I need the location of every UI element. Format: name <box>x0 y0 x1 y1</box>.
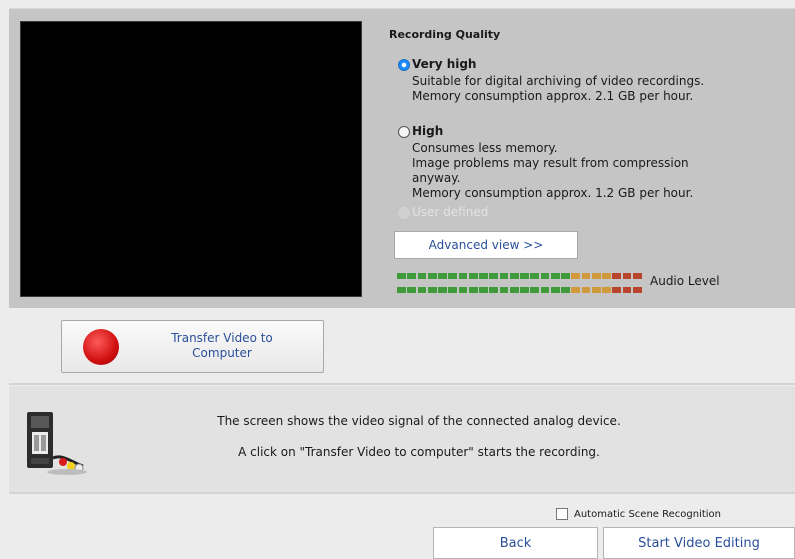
advanced-view-button[interactable]: Advanced view >> <box>394 231 578 259</box>
meter-segment <box>612 273 621 279</box>
info-text-line-2: A click on "Transfer Video to computer" … <box>238 445 600 459</box>
record-dot-icon <box>83 329 119 365</box>
meter-segment <box>448 287 457 293</box>
start-video-editing-button[interactable]: Start Video Editing <box>603 527 795 559</box>
meter-segment <box>581 273 591 279</box>
divider <box>9 383 795 385</box>
option-label-very-high[interactable]: Very high <box>412 57 476 71</box>
meter-segment <box>550 287 560 293</box>
meter-segment <box>540 287 550 293</box>
divider <box>9 492 795 494</box>
meter-segment <box>581 287 591 293</box>
transfer-button-label: Transfer Video to Computer <box>171 331 273 360</box>
meter-segment <box>438 287 447 293</box>
meter-segment <box>550 273 560 279</box>
meter-segment <box>489 273 498 279</box>
meter-segment <box>602 273 611 279</box>
meter-segment <box>561 273 570 279</box>
meter-segment <box>417 273 427 279</box>
scene-recognition-checkbox[interactable] <box>556 508 568 520</box>
meter-segment <box>591 273 601 279</box>
scene-recognition[interactable]: Automatic Scene Recognition <box>556 508 721 520</box>
meter-segment <box>397 273 406 279</box>
meter-segment <box>561 287 570 293</box>
meter-segment <box>622 287 632 293</box>
meter-segment <box>591 287 601 293</box>
radio-very-high[interactable] <box>398 59 410 71</box>
meter-segment <box>530 287 539 293</box>
meter-segment <box>612 287 621 293</box>
desc-line: Consumes less memory. <box>412 141 558 155</box>
option-label-user-defined: User defined <box>412 205 489 219</box>
vhs-cassette-icon <box>27 412 87 475</box>
option-desc-high: Consumes less memory. Image problems may… <box>412 141 712 201</box>
desc-line: Memory consumption approx. 2.1 GB per ho… <box>412 89 694 103</box>
meter-segment <box>632 273 642 279</box>
desc-line: Image problems may result from compressi… <box>412 156 689 185</box>
back-button[interactable]: Back <box>433 527 598 559</box>
meter-segment <box>520 273 529 279</box>
audio-meter-left <box>397 273 643 279</box>
meter-segment <box>571 273 580 279</box>
meter-segment <box>489 287 498 293</box>
meter-segment <box>530 273 539 279</box>
radio-high[interactable] <box>398 126 410 138</box>
meter-segment <box>540 273 550 279</box>
meter-segment <box>602 287 611 293</box>
transfer-video-button[interactable]: Transfer Video to Computer <box>61 320 324 373</box>
meter-segment <box>427 273 437 279</box>
scene-recognition-label[interactable]: Automatic Scene Recognition <box>574 509 721 520</box>
meter-segment <box>397 287 406 293</box>
meter-segment <box>571 287 580 293</box>
desc-line: Memory consumption approx. 1.2 GB per ho… <box>412 186 694 200</box>
audio-meter-right <box>397 287 643 293</box>
meter-segment <box>499 273 509 279</box>
radio-user-defined <box>398 207 410 219</box>
meter-segment <box>427 287 437 293</box>
audio-level-label: Audio Level <box>650 274 720 288</box>
option-label-high[interactable]: High <box>412 124 443 138</box>
meter-segment <box>468 273 478 279</box>
meter-segment <box>520 287 529 293</box>
info-panel: The screen shows the video signal of the… <box>9 386 795 492</box>
meter-segment <box>509 287 519 293</box>
meter-segment <box>479 287 488 293</box>
option-desc-very-high: Suitable for digital archiving of video … <box>412 74 722 104</box>
meter-segment <box>499 287 509 293</box>
meter-segment <box>417 287 427 293</box>
meter-segment <box>458 287 468 293</box>
meter-segment <box>632 287 642 293</box>
meter-segment <box>468 287 478 293</box>
info-text-line-1: The screen shows the video signal of the… <box>217 414 621 428</box>
meter-segment <box>622 273 632 279</box>
recording-panel: Recording Quality Very high Suitable for… <box>9 8 795 308</box>
meter-segment <box>448 273 457 279</box>
meter-segment <box>509 273 519 279</box>
meter-segment <box>458 273 468 279</box>
meter-segment <box>407 273 416 279</box>
meter-segment <box>479 273 488 279</box>
meter-segment <box>407 287 416 293</box>
meter-segment <box>438 273 447 279</box>
desc-line: Suitable for digital archiving of video … <box>412 74 705 88</box>
video-preview <box>20 21 362 297</box>
recording-quality-title: Recording Quality <box>389 28 501 41</box>
